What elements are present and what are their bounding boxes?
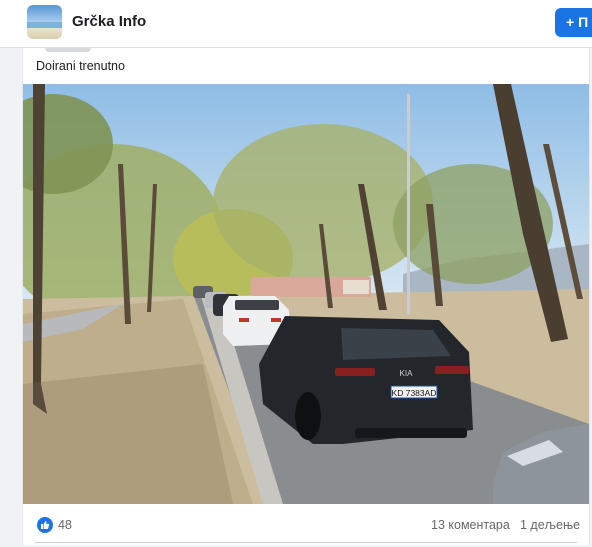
page-avatar[interactable] [27, 5, 62, 39]
kia-badge: KIA [400, 369, 414, 378]
top-bar: Grčka Info + П [0, 0, 592, 48]
street-photo-illustration: KIA KD 7383AD [23, 84, 589, 504]
reactions-row: 48 13 коментара 1 дељење [23, 513, 589, 537]
author-avatar-partial [45, 48, 91, 52]
page-title[interactable]: Grčka Info [72, 13, 146, 30]
follow-button[interactable]: + П [555, 8, 592, 37]
comments-count-link[interactable]: 13 коментара [431, 518, 510, 532]
reaction-count[interactable]: 48 [58, 518, 72, 532]
post-card: Doirani trenutno KIA KD 7383AD 48 13 ком… [22, 48, 590, 545]
divider [35, 542, 577, 543]
license-plate-text: KD 7383AD [392, 388, 437, 398]
tree-shadows [23, 364, 233, 504]
rear-window [341, 328, 451, 360]
car-wheel [295, 392, 321, 440]
post-photo[interactable]: KIA KD 7383AD [23, 84, 589, 504]
post-caption: Doirani trenutno [36, 59, 125, 73]
shares-count-link[interactable]: 1 дељење [520, 518, 580, 532]
beach-landscape-icon [27, 22, 62, 28]
thumbs-up-icon[interactable] [37, 517, 53, 533]
lamp-post [407, 94, 410, 314]
